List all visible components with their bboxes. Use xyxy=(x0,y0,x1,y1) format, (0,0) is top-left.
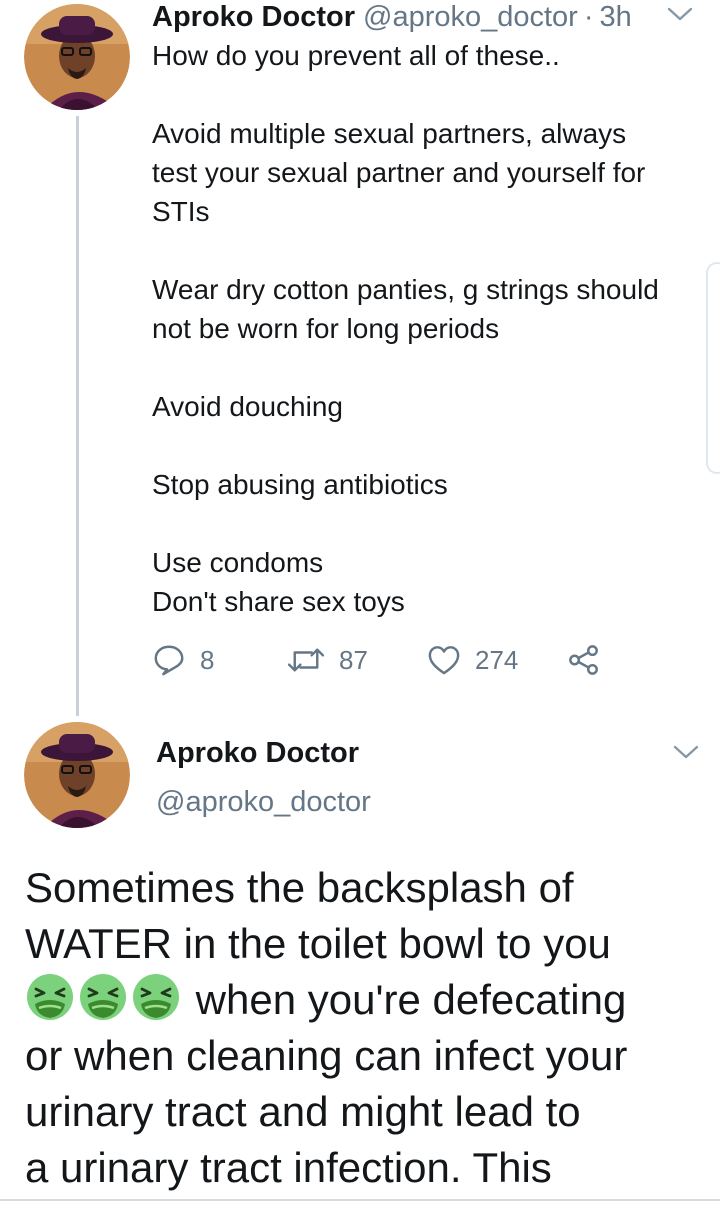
chevron-down-icon[interactable] xyxy=(666,5,694,23)
avatar-image xyxy=(24,722,130,828)
separator-dot: · xyxy=(583,1,594,33)
chevron-down-icon[interactable] xyxy=(672,743,700,761)
tweet-text: How do you prevent all of these.. Avoid … xyxy=(152,36,702,621)
nauseated-face-emoji xyxy=(25,972,75,1022)
tweet-line-with-emoji: when you're defecating xyxy=(25,972,705,1028)
tweet-line: not be worn for long periods xyxy=(152,313,500,344)
share-icon xyxy=(569,645,598,675)
tweet-header: Aproko Doctor @aproko_doctor · 3h xyxy=(152,0,632,34)
nauseated-face-emoji xyxy=(131,972,181,1022)
author-handle[interactable]: @aproko_doctor xyxy=(156,785,371,819)
divider xyxy=(0,1199,720,1201)
tweet-line: Sometimes the backsplash of xyxy=(25,864,574,911)
author-name[interactable]: Aproko Doctor xyxy=(156,736,359,770)
retweet-count: 87 xyxy=(339,644,368,675)
tweet-line: WATER in the toilet bowl to you xyxy=(25,920,611,967)
author-handle[interactable]: @aproko_doctor xyxy=(363,0,578,34)
author-name[interactable]: Aproko Doctor xyxy=(152,0,355,34)
avatar[interactable] xyxy=(24,722,130,828)
tweet-line: test your sexual partner and yourself fo… xyxy=(152,157,646,188)
thread-connector-line xyxy=(76,116,79,716)
retweet-icon xyxy=(287,648,325,672)
tweet-line: Stop abusing antibiotics xyxy=(152,469,448,500)
tweet-line: a urinary tract infection. This xyxy=(25,1144,552,1191)
tweet-text-large: Sometimes the backsplash of WATER in the… xyxy=(25,860,705,1196)
share-button[interactable] xyxy=(567,640,601,680)
reply-button[interactable]: 8 xyxy=(152,640,287,680)
nauseated-face-emoji xyxy=(78,972,128,1022)
avatar[interactable] xyxy=(24,4,130,110)
scroll-edge-handle[interactable] xyxy=(706,262,720,474)
tweet-line: or when cleaning can infect your xyxy=(25,1032,628,1079)
tweet-line: Wear dry cotton panties, g strings shoul… xyxy=(152,274,659,305)
tweet-line-text: when you're defecating xyxy=(195,976,627,1023)
tweet-line: Avoid douching xyxy=(152,391,343,422)
retweet-button[interactable]: 87 xyxy=(287,640,427,680)
tweet-thread: Aproko Doctor @aproko_doctor · 3h How do… xyxy=(0,0,720,1205)
tweet-actions: 8 87 274 xyxy=(152,640,601,680)
reply-icon xyxy=(154,645,184,676)
reply-count: 8 xyxy=(200,644,215,675)
tweet-line: urinary tract and might lead to xyxy=(25,1088,581,1135)
tweet-line: Use condoms xyxy=(152,547,324,578)
heart-icon xyxy=(428,646,460,675)
tweet-line: Avoid multiple sexual partners, always xyxy=(152,118,627,149)
tweet-line: How do you prevent all of these.. xyxy=(152,40,560,71)
tweet-line: Don't share sex toys xyxy=(152,586,405,617)
like-button[interactable]: 274 xyxy=(427,640,567,680)
tweet-line: STIs xyxy=(152,196,210,227)
like-count: 274 xyxy=(475,644,519,675)
tweet-timestamp[interactable]: 3h xyxy=(600,0,632,34)
avatar-image xyxy=(24,4,130,110)
